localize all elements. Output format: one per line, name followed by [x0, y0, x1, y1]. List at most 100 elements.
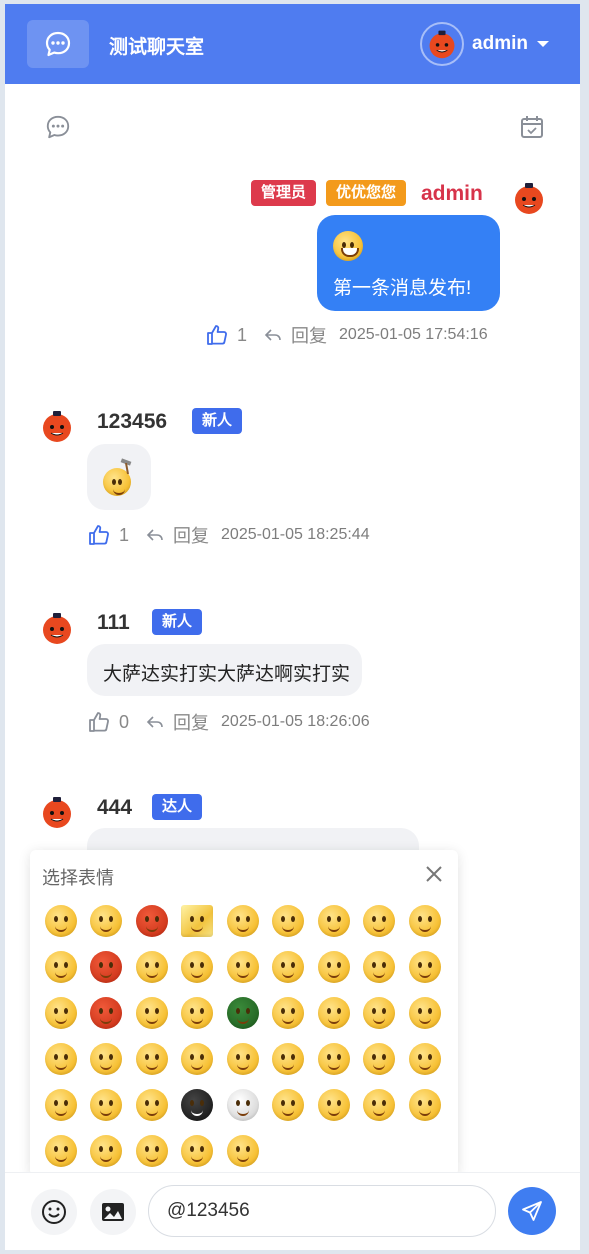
sender-name[interactable]: 444 — [97, 796, 132, 820]
emoji-option[interactable] — [357, 944, 403, 990]
emoji-option[interactable] — [266, 1082, 312, 1128]
emoji-option[interactable] — [38, 1128, 84, 1174]
emoji-picker: 选择表情 — [30, 850, 458, 1176]
emoji-option[interactable] — [402, 1036, 448, 1082]
message-text: 第一条消息发布! — [333, 278, 472, 299]
emoji-option[interactable] — [220, 1082, 266, 1128]
emoji-option[interactable] — [220, 898, 266, 944]
emoji-option[interactable] — [84, 944, 130, 990]
emoji-button[interactable] — [31, 1189, 77, 1235]
emoji-option[interactable] — [311, 1036, 357, 1082]
emoji-option[interactable] — [175, 944, 221, 990]
emoji-option[interactable] — [311, 944, 357, 990]
avatar[interactable] — [39, 610, 75, 646]
emoji-option[interactable] — [402, 898, 448, 944]
emoji-option[interactable] — [84, 1082, 130, 1128]
sender-name[interactable]: 123456 — [97, 410, 167, 434]
composer-bar — [5, 1172, 580, 1250]
emoji-face-icon — [90, 1135, 123, 1167]
caret-down-icon — [537, 41, 549, 47]
emoji-option[interactable] — [38, 1082, 84, 1128]
thumbs-up-icon[interactable] — [205, 323, 229, 347]
emoji-option[interactable] — [175, 1128, 221, 1174]
grin-emoji-icon — [333, 231, 363, 261]
image-button[interactable] — [90, 1189, 136, 1235]
emoji-option[interactable] — [311, 1082, 357, 1128]
emoji-option[interactable] — [84, 1128, 130, 1174]
emoji-face-icon — [408, 905, 441, 937]
emoji-face-icon — [363, 905, 396, 937]
emoji-face-icon — [90, 1043, 123, 1075]
emoji-option[interactable] — [402, 944, 448, 990]
send-button[interactable] — [508, 1187, 556, 1235]
emoji-face-icon — [317, 1089, 350, 1121]
emoji-option[interactable] — [129, 944, 175, 990]
emoji-option[interactable] — [220, 1036, 266, 1082]
thumbs-up-icon[interactable] — [87, 710, 111, 734]
emoji-option[interactable] — [357, 1036, 403, 1082]
emoji-option[interactable] — [84, 1036, 130, 1082]
emoji-face-icon — [226, 905, 259, 937]
message-meta: 0 回复 2025-01-05 18:26:06 — [87, 709, 370, 735]
reply-button[interactable]: 回复 — [173, 709, 209, 735]
avatar[interactable] — [39, 794, 75, 830]
emoji-face-icon — [181, 951, 214, 983]
emoji-option[interactable] — [266, 898, 312, 944]
emoji-option[interactable] — [38, 944, 84, 990]
emoji-option[interactable] — [357, 990, 403, 1036]
reply-icon[interactable] — [145, 525, 165, 545]
emoji-option[interactable] — [175, 1036, 221, 1082]
avatar[interactable] — [511, 180, 547, 216]
emoji-option[interactable] — [84, 898, 130, 944]
avatar[interactable] — [39, 408, 75, 444]
chat-bubble-icon[interactable] — [45, 114, 71, 140]
emoji-option[interactable] — [129, 898, 175, 944]
reply-icon[interactable] — [145, 712, 165, 732]
emoji-option[interactable] — [402, 1082, 448, 1128]
sender-name[interactable]: admin — [421, 182, 483, 206]
emoji-face-icon — [408, 951, 441, 983]
sender-name[interactable]: 111 — [97, 611, 130, 635]
emoji-option[interactable] — [402, 990, 448, 1036]
emoji-option[interactable] — [266, 944, 312, 990]
emoji-face-icon — [363, 951, 396, 983]
message-bubble: 大萨达实打实大萨达啊实打实 — [87, 644, 362, 696]
message-text: 大萨达实打实大萨达啊实打实 — [103, 664, 351, 685]
emoji-option[interactable] — [220, 944, 266, 990]
emoji-option[interactable] — [38, 990, 84, 1036]
emoji-option[interactable] — [175, 990, 221, 1036]
emoji-option[interactable] — [129, 990, 175, 1036]
emoji-option[interactable] — [129, 1128, 175, 1174]
emoji-option[interactable] — [38, 1036, 84, 1082]
emoji-option[interactable] — [129, 1036, 175, 1082]
reply-icon[interactable] — [263, 325, 283, 345]
emoji-option[interactable] — [220, 1128, 266, 1174]
thumbs-up-icon[interactable] — [87, 523, 111, 547]
calendar-icon[interactable] — [519, 114, 545, 140]
emoji-face-icon — [135, 951, 168, 983]
user-menu[interactable]: admin — [420, 20, 550, 68]
reply-button[interactable]: 回复 — [173, 522, 209, 548]
chat-menu-button[interactable] — [27, 20, 89, 68]
emoji-option[interactable] — [175, 1082, 221, 1128]
emoji-option[interactable] — [84, 990, 130, 1036]
emoji-picker-title: 选择表情 — [42, 868, 114, 888]
emoji-face-icon — [317, 997, 350, 1029]
reply-button[interactable]: 回复 — [291, 322, 327, 348]
room-title: 测试聊天室 — [109, 37, 205, 58]
emoji-option[interactable] — [129, 1082, 175, 1128]
emoji-option[interactable] — [357, 1082, 403, 1128]
emoji-option[interactable] — [357, 898, 403, 944]
emoji-option[interactable] — [220, 990, 266, 1036]
close-icon[interactable] — [424, 864, 444, 884]
emoji-face-icon — [44, 951, 77, 983]
emoji-option[interactable] — [311, 990, 357, 1036]
emoji-face-icon — [317, 1043, 350, 1075]
emoji-option[interactable] — [311, 898, 357, 944]
emoji-option[interactable] — [266, 990, 312, 1036]
emoji-option[interactable] — [266, 1036, 312, 1082]
avatar[interactable] — [420, 22, 465, 66]
emoji-option[interactable] — [175, 898, 221, 944]
emoji-option[interactable] — [38, 898, 84, 944]
message-input[interactable] — [148, 1185, 496, 1237]
